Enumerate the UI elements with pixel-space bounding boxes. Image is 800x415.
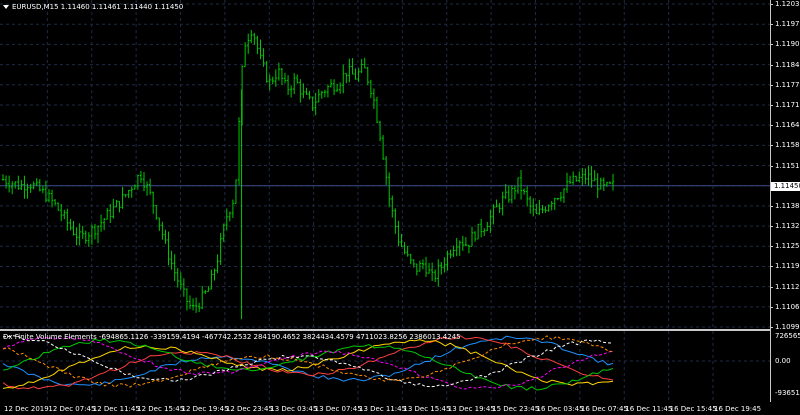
time-tick-label: 12 Dec 23:45: [225, 405, 273, 413]
indicator-line: [2, 338, 614, 391]
price-tick-label: 1.10995: [775, 323, 800, 331]
time-tick-label: 16 Dec 15:45: [669, 405, 717, 413]
time-tick-label: 16 Dec 03:45: [536, 405, 584, 413]
indicator-plot[interactable]: [0, 331, 770, 402]
time-tick-label: 12 Dec 19:45: [181, 405, 229, 413]
time-tick-label: 13 Dec 07:45: [314, 405, 362, 413]
candles: [1, 30, 615, 320]
chart-title: EURUSD,M15 1.11460 1.11461 1.11440 1.114…: [12, 3, 184, 11]
price-tick-label: 1.11710: [775, 100, 800, 109]
price-tick-label: 1.11060: [775, 302, 800, 311]
time-tick-label: 16 Dec 07:45: [580, 405, 628, 413]
indicator-title: Dx Finite Volume Elements -694865.1126 -…: [3, 333, 461, 341]
price-tick-label: 1.11255: [775, 242, 800, 251]
indicator-tick-label: -9365100: [775, 389, 800, 397]
price-tick-label: 1.12035: [775, 0, 800, 8]
price-tick-label: 1.11515: [775, 161, 800, 170]
price-tick-label: 1.11385: [775, 201, 800, 210]
price-tick-label: 1.11775: [775, 80, 800, 89]
price-tick-label: 1.11190: [775, 262, 800, 271]
time-tick-label: 13 Dec 03:45: [270, 405, 318, 413]
price-tick-label: 1.11320: [775, 222, 800, 231]
symbol-menu-arrow-icon[interactable]: [3, 5, 9, 9]
price-tick-label: 1.11970: [775, 20, 800, 29]
price-tick-label: 1.11840: [775, 60, 800, 69]
time-tick-label: 12 Dec 07:45: [48, 405, 96, 413]
indicator-line: [2, 336, 614, 390]
time-tick-label: 13 Dec 11:45: [359, 405, 407, 413]
price-plot[interactable]: [0, 0, 770, 328]
indicator-pane[interactable]: [0, 331, 770, 402]
time-tick-label: 15 Dec 23:45: [492, 405, 540, 413]
time-tick-label: 13 Dec 19:45: [447, 405, 495, 413]
time-axis[interactable]: 12 Dec 2019 12 Dec 07:45 12 Dec 11:45 12 De…: [0, 402, 800, 415]
time-tick-label: 12 Dec 11:45: [92, 405, 140, 413]
current-price-label: 1.11450: [771, 182, 800, 191]
time-tick-label: 12 Dec 15:45: [137, 405, 185, 413]
indicator-line: [2, 339, 614, 389]
time-tick-label: 13 Dec 15:45: [403, 405, 451, 413]
axis-separator: [770, 0, 771, 402]
indicator-tick-label: 7265653.2: [775, 332, 800, 340]
price-tick-label: 1.11125: [775, 282, 800, 291]
price-tick-label: 1.11645: [775, 121, 800, 130]
indicator-tick-label: 0.00: [775, 357, 791, 365]
chart-window[interactable]: EURUSD,M15 1.11460 1.11461 1.11440 1.114…: [0, 0, 800, 415]
time-tick-label: 12 Dec 2019: [4, 405, 49, 413]
time-tick-label: 16 Dec 19:45: [714, 405, 762, 413]
time-tick-label: 16 Dec 11:45: [625, 405, 673, 413]
price-tick-label: 1.11580: [775, 141, 800, 150]
price-tick-label: 1.11905: [775, 40, 800, 49]
price-pane[interactable]: [0, 0, 770, 328]
